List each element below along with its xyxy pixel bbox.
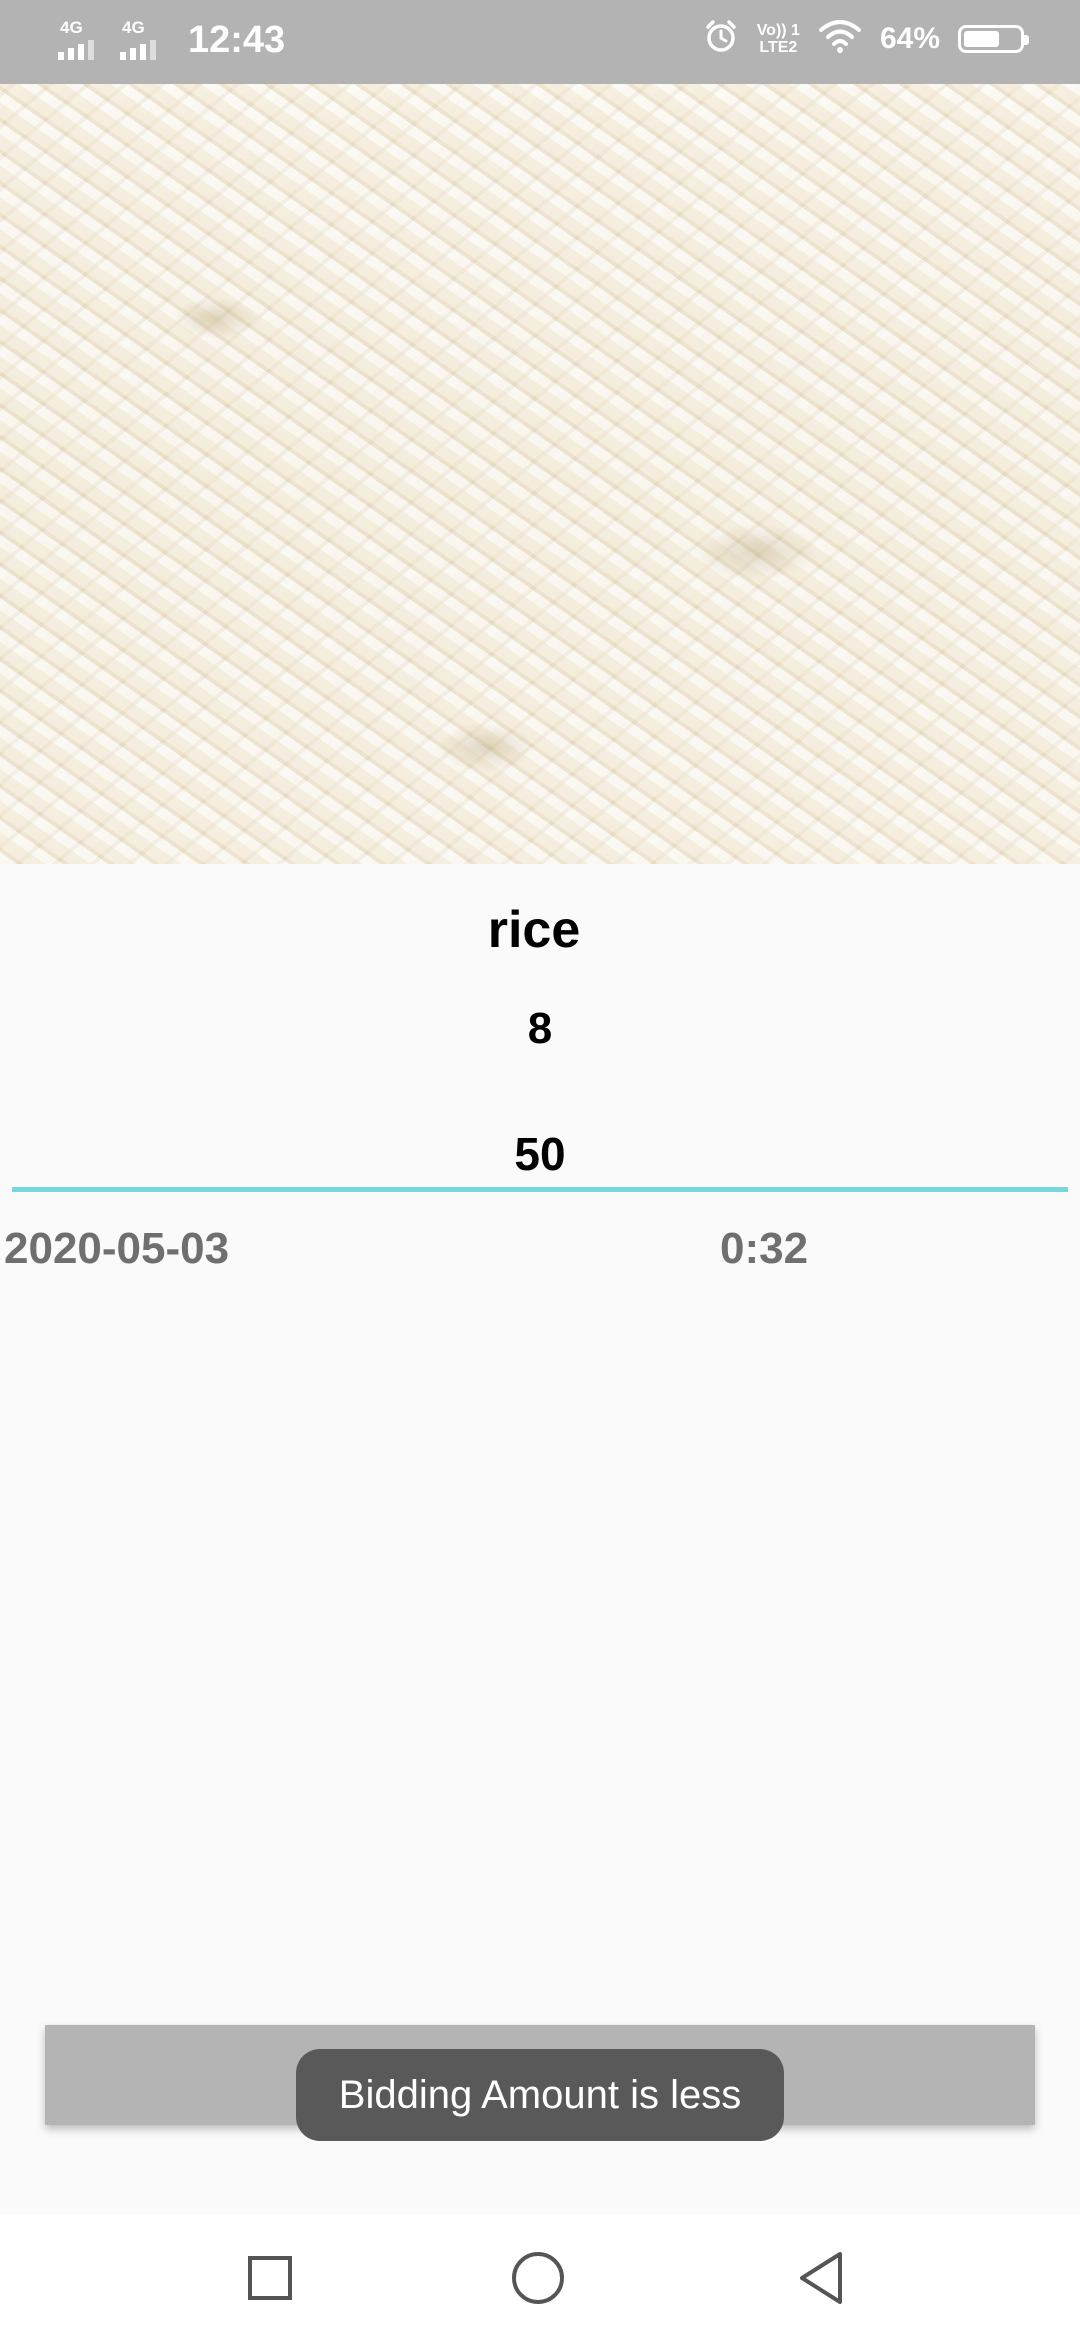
bid-amount-field-wrapper <box>12 1120 1068 1200</box>
status-right: Vo)) 1 LTE2 64% <box>703 18 1029 59</box>
battery-percent: 64% <box>879 21 940 55</box>
status-left: 4G 4G 12:43 <box>58 18 285 62</box>
navigation-bar <box>0 2214 1080 2340</box>
network-type-2: 4G <box>122 18 145 37</box>
signal-icon: 4G <box>58 18 106 62</box>
recents-icon[interactable] <box>242 2250 298 2306</box>
product-quantity: 8 <box>527 1004 553 1053</box>
volte-line-2: LTE2 <box>759 38 798 56</box>
back-icon[interactable] <box>794 2250 850 2306</box>
battery-icon <box>958 24 1029 53</box>
auction-time: 0:32 <box>720 1224 809 1273</box>
product-name: rice <box>487 901 581 959</box>
auction-date: 2020-05-03 <box>4 1224 230 1273</box>
home-icon[interactable] <box>510 2250 566 2306</box>
alarm-icon <box>703 18 739 59</box>
wifi-icon <box>818 18 862 59</box>
volte-line-1: Vo)) 1 <box>756 21 800 39</box>
product-image <box>0 84 1080 864</box>
status-time: 12:43 <box>188 18 286 61</box>
volte-indicator: Vo)) 1 LTE2 <box>757 22 800 56</box>
status-bar: 4G 4G 12:43 Vo)) 1 LTE2 64% <box>0 0 1080 84</box>
signal-icon: 4G <box>120 18 168 62</box>
network-type-1: 4G <box>60 18 83 37</box>
screen: 4G 4G 12:43 Vo)) 1 LTE2 64% rice 8 50 20… <box>0 0 1080 2340</box>
bid-amount-input[interactable] <box>12 1120 1068 1192</box>
toast-message: Bidding Amount is less <box>296 2049 784 2141</box>
